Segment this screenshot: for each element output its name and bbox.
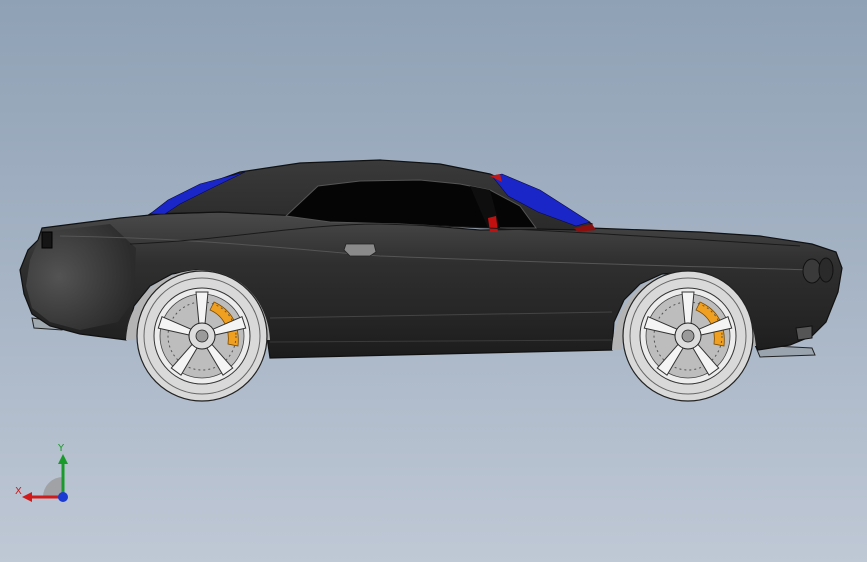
front-vent (795, 325, 813, 341)
car-model[interactable] (0, 0, 867, 562)
headlight-outer (802, 258, 822, 284)
rear-wheel (136, 270, 268, 402)
x-axis-label: X (15, 486, 22, 497)
y-axis-label: Y (58, 443, 65, 454)
front-wheel (622, 270, 754, 402)
tail-light (41, 231, 53, 249)
coordinate-triad: X Y (10, 440, 80, 510)
graphics-viewport[interactable]: X Y (0, 0, 867, 562)
door-handle (343, 243, 377, 257)
headlight-inner (818, 257, 834, 283)
triad-axes-icon (22, 454, 68, 502)
